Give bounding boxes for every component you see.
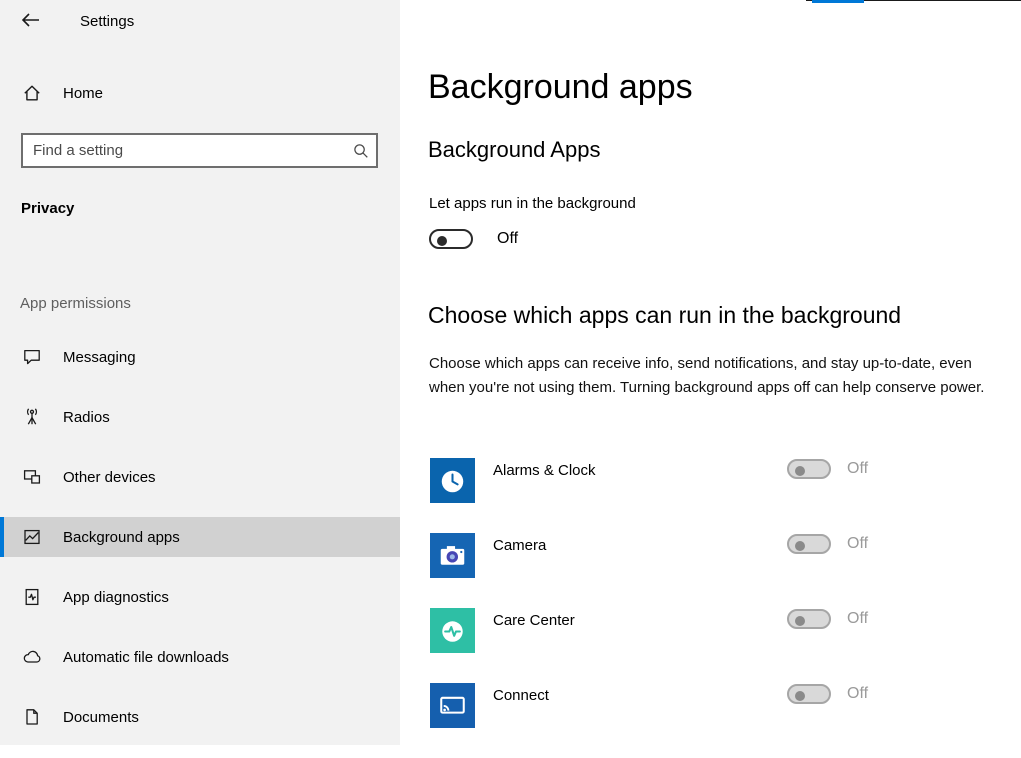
sidebar-item-label: App diagnostics <box>63 588 169 606</box>
selected-indicator <box>0 517 4 557</box>
care-center-toggle[interactable] <box>787 609 831 629</box>
care-center-app-icon <box>430 608 475 653</box>
sidebar-item-documents[interactable]: Documents <box>0 697 400 737</box>
sidebar-item-label: Radios <box>63 408 110 426</box>
search-box <box>21 133 378 168</box>
app-row-alarms-clock: Alarms & Clock Off <box>428 458 1021 503</box>
window-top-edge <box>806 0 1021 3</box>
sidebar-item-app-diagnostics[interactable]: App diagnostics <box>0 577 400 617</box>
window-top-accent <box>812 0 864 3</box>
background-apps-heading: Background Apps <box>428 137 601 162</box>
window-title: Settings <box>80 13 135 30</box>
background-app-list: Alarms & Clock Off Camera Off Care Cente… <box>428 458 1021 758</box>
toggle-knob <box>437 236 447 246</box>
app-toggle-state: Off <box>847 535 869 552</box>
sidebar-item-label: Automatic file downloads <box>63 648 229 666</box>
search-input[interactable] <box>23 135 346 166</box>
app-row-care-center: Care Center Off <box>428 608 1021 653</box>
page-title: Background apps <box>428 68 693 106</box>
sidebar-item-label: Other devices <box>63 468 156 486</box>
sidebar-item-label: Home <box>63 84 104 102</box>
messaging-icon <box>22 347 42 367</box>
background-apps-icon <box>22 527 42 547</box>
app-toggle-state: Off <box>847 460 869 477</box>
toggle-knob <box>795 466 805 476</box>
sidebar-item-messaging[interactable]: Messaging <box>0 337 400 377</box>
toggle-knob <box>795 691 805 701</box>
back-button[interactable] <box>18 10 44 34</box>
sidebar-nav-list: Messaging Radios Other devices Backgroun… <box>0 337 400 757</box>
camera-toggle[interactable] <box>787 534 831 554</box>
settings-sidebar: Settings Home Privacy App permissions Me… <box>0 0 400 745</box>
app-toggle-state: Off <box>847 610 869 627</box>
app-row-camera: Camera Off <box>428 533 1021 578</box>
sidebar-section-title: Privacy <box>21 200 75 217</box>
other-devices-icon <box>22 467 42 487</box>
documents-icon <box>22 707 42 727</box>
sidebar-group-label: App permissions <box>20 295 131 312</box>
back-arrow-icon <box>21 12 41 33</box>
sidebar-item-automatic-file-downloads[interactable]: Automatic file downloads <box>0 637 400 677</box>
titlebar: Settings <box>0 0 400 44</box>
toggle-knob <box>795 616 805 626</box>
radios-icon <box>22 407 42 427</box>
choose-apps-description: Choose which apps can receive info, send… <box>429 355 985 396</box>
background-apps-master-toggle[interactable] <box>429 229 473 249</box>
sidebar-item-background-apps[interactable]: Background apps <box>0 517 400 557</box>
home-icon <box>22 83 42 103</box>
sidebar-item-other-devices[interactable]: Other devices <box>0 457 400 497</box>
app-name: Camera <box>493 537 547 554</box>
search-icon[interactable] <box>346 135 376 166</box>
main-content: Background apps Background Apps Let apps… <box>428 0 1021 745</box>
sidebar-item-home[interactable]: Home <box>0 76 400 110</box>
toggle-knob <box>795 541 805 551</box>
connect-app-icon <box>430 683 475 728</box>
app-diagnostics-icon <box>22 587 42 607</box>
sidebar-item-label: Background apps <box>63 528 180 546</box>
sidebar-item-label: Messaging <box>63 348 136 366</box>
alarms-clock-toggle[interactable] <box>787 459 831 479</box>
alarms-clock-app-icon <box>430 458 475 503</box>
app-name: Care Center <box>493 612 575 629</box>
master-toggle-state: Off <box>497 230 519 247</box>
app-row-connect: Connect Off <box>428 683 1021 728</box>
master-toggle-label: Let apps run in the background <box>429 195 636 212</box>
master-toggle-row: Off <box>429 229 518 249</box>
app-name: Connect <box>493 687 549 704</box>
connect-toggle[interactable] <box>787 684 831 704</box>
app-name: Alarms & Clock <box>493 462 596 479</box>
app-toggle-state: Off <box>847 685 869 702</box>
choose-apps-heading: Choose which apps can run in the backgro… <box>428 302 902 328</box>
camera-app-icon <box>430 533 475 578</box>
automatic-file-downloads-icon <box>22 647 42 667</box>
sidebar-item-radios[interactable]: Radios <box>0 397 400 437</box>
sidebar-item-label: Documents <box>63 708 139 726</box>
